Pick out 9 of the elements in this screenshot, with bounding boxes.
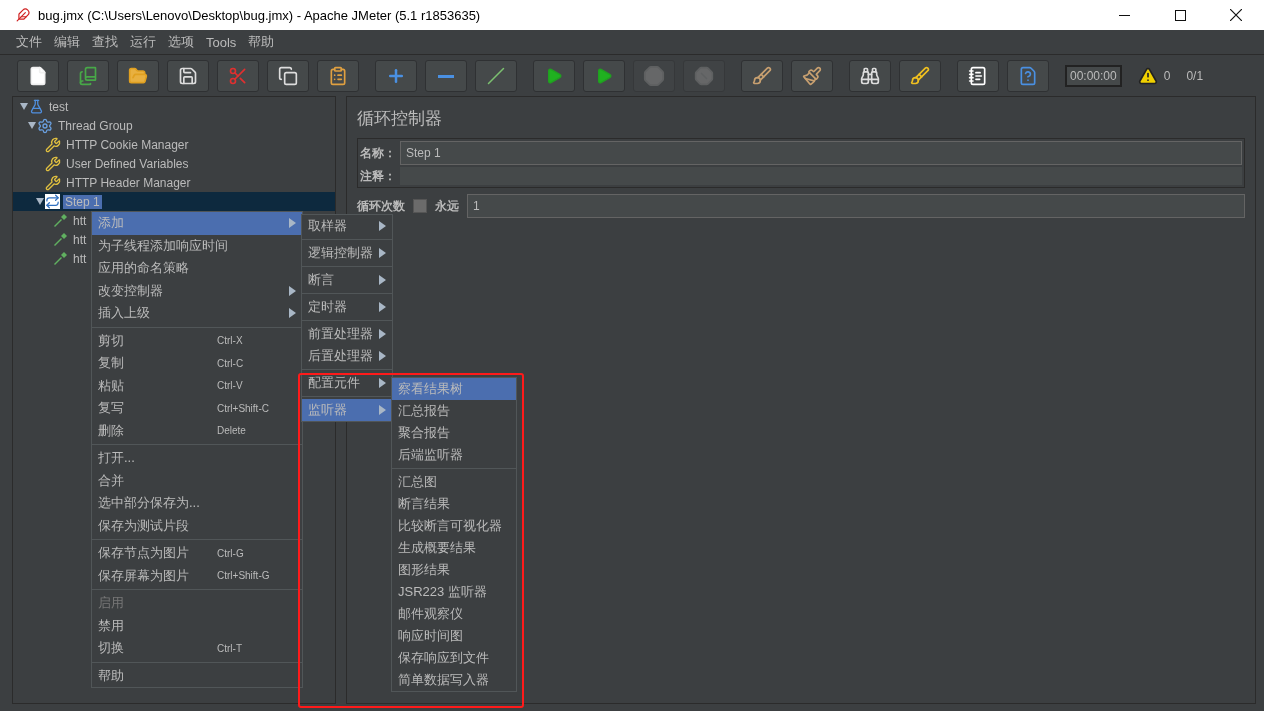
name-label: 名称： <box>360 144 396 162</box>
elapsed-timer: 00:00:00 <box>1065 65 1122 87</box>
forever-label: 永远 <box>435 197 459 215</box>
warning-count: 0 <box>1163 69 1171 83</box>
loop-count-label: 循环次数 <box>357 197 405 215</box>
window-title: bug.jmx (C:\Users\Lenovo\Desktop\bug.jmx) - Apache JMeter (5.1 r1853635) <box>38 7 482 23</box>
comment-label: 注释： <box>360 167 396 185</box>
thread-count: 0/1 <box>1186 69 1204 83</box>
editor-title: 循环控制器 <box>357 108 443 130</box>
